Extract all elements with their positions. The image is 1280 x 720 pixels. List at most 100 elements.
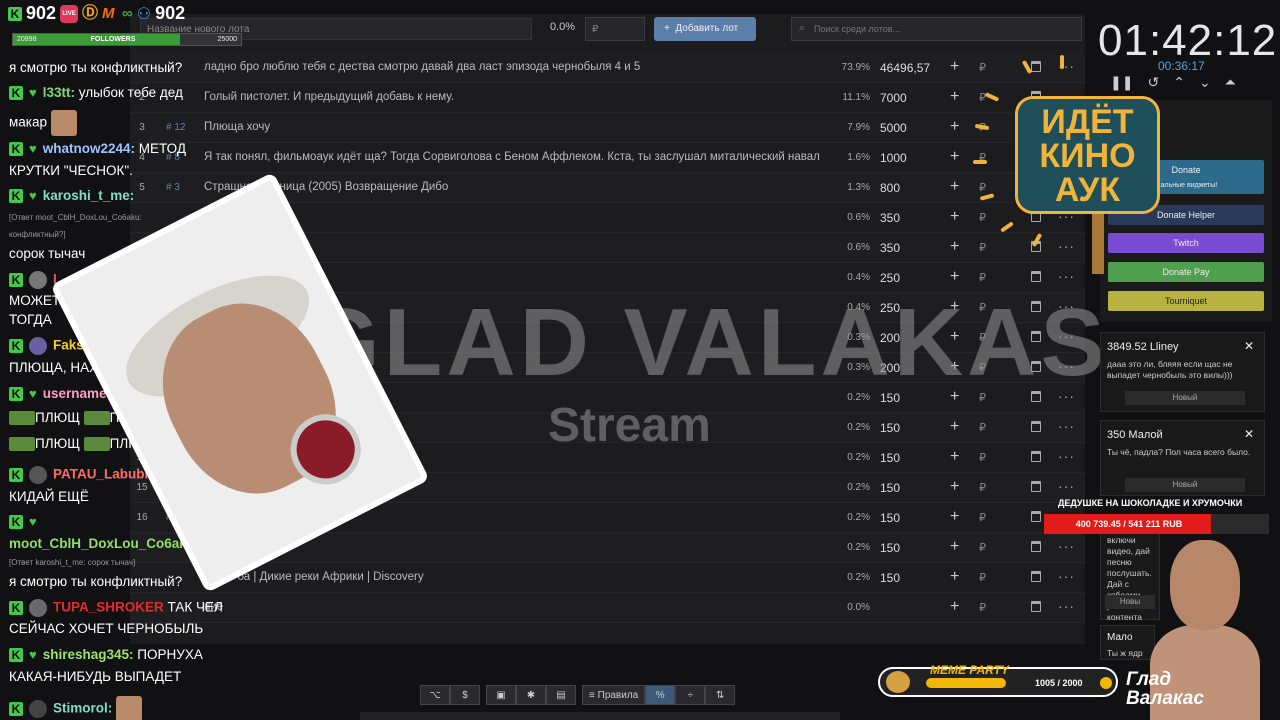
more-icon[interactable]: ··· [1058, 538, 1075, 554]
lot-amount[interactable]: 1000 [880, 151, 940, 165]
lot-name[interactable]: ладно бро люблю тебя с дества смотрю дав… [204, 61, 824, 73]
lot-amount[interactable]: 250 [880, 271, 940, 285]
donation-status[interactable]: Новый [1125, 391, 1245, 405]
rules-button[interactable]: ≡ Правила [582, 685, 646, 705]
chat-nick[interactable]: Stimorol: [53, 701, 112, 716]
add-amount-icon[interactable]: + [950, 238, 959, 256]
lot-row[interactable]: 2 Голый пистолет. И предыдущий добавь к н… [130, 83, 1085, 113]
lot-row[interactable]: ладно бро люблю тебя с дества смотрю дав… [130, 53, 1085, 83]
lot-percent: 0.2% [847, 542, 870, 553]
github-icon[interactable]: ⌥ [420, 685, 450, 705]
lot-row[interactable]: ние 0.0% + ₽ ··· [130, 593, 1085, 623]
twitch-button[interactable]: Twitch [1108, 233, 1264, 253]
add-amount-icon[interactable]: + [950, 208, 959, 226]
lot-amount[interactable]: 150 [880, 421, 940, 435]
save-icon[interactable]: ▣ [486, 685, 516, 705]
lot-amount[interactable]: 150 [880, 541, 940, 555]
add-amount-icon[interactable]: + [950, 478, 959, 496]
lot-amount[interactable]: 800 [880, 181, 940, 195]
percent-toggle[interactable]: % [645, 685, 676, 705]
more-icon[interactable]: ··· [1058, 568, 1075, 584]
close-icon[interactable]: ✕ [1244, 339, 1254, 353]
collapse-icon[interactable]: ⏶ [1225, 74, 1236, 91]
add-amount-icon[interactable]: + [950, 58, 959, 76]
chat-nick[interactable]: shireshag345: [43, 647, 134, 662]
donation-status[interactable]: Новый [1125, 478, 1245, 492]
lot-name[interactable]: Голый пистолет. И предыдущий добавь к не… [204, 91, 824, 103]
donation-status[interactable]: Новы [1105, 595, 1155, 609]
lot-amount[interactable]: 5000 [880, 121, 940, 135]
lot-amount[interactable]: 150 [880, 571, 940, 585]
more-icon[interactable]: ··· [1058, 478, 1075, 494]
pause-icon[interactable]: ❚❚ [1110, 74, 1133, 91]
chat-nick[interactable]: username [43, 386, 107, 401]
lot-row[interactable]: 4 # 8Я так понял, фильмоаук идёт ща? Тогд… [130, 143, 1085, 173]
add-lot-button[interactable]: + Добавить лот [654, 17, 756, 41]
lot-name[interactable]: Я так понял, фильмоаук идёт ща? Тогда Со… [204, 151, 824, 163]
trash-icon[interactable] [1031, 61, 1041, 72]
add-amount-icon[interactable]: + [950, 598, 959, 616]
lot-row[interactable]: Луанг ба | Дикие реки Африки | Discovery… [130, 563, 1085, 593]
tourniquet-button[interactable]: Tourniquet [1108, 291, 1264, 311]
add-amount-icon[interactable]: + [950, 148, 959, 166]
chat-nick[interactable]: moot_CblH_DoxLou_Co6aku: [9, 536, 200, 551]
chat-nick[interactable]: TUPA_SHROKER [53, 600, 164, 615]
add-amount-icon[interactable]: + [950, 568, 959, 586]
kick-badge-icon: K [9, 600, 23, 615]
dollar-icon[interactable]: $ [450, 685, 480, 705]
add-amount-icon[interactable]: + [950, 448, 959, 466]
delete-all-icon[interactable]: ▤ [546, 685, 576, 705]
lot-amount[interactable]: 150 [880, 481, 940, 495]
trash-icon[interactable] [1031, 271, 1041, 282]
chat-nick[interactable]: whatnow2244: [43, 141, 135, 156]
lot-row[interactable]: 3# 12Плюща хочу7.9%5000+₽··· [130, 113, 1085, 143]
lot-amount-input[interactable]: ₽ [585, 17, 645, 41]
add-amount-icon[interactable]: + [950, 178, 959, 196]
bug-icon[interactable]: ✱ [516, 685, 546, 705]
lot-name[interactable]: ние [204, 601, 824, 613]
lot-name[interactable]: Луанг ба | Дикие реки Африки | Discovery [204, 571, 824, 583]
more-icon[interactable]: ··· [1058, 268, 1075, 284]
donate-pay-button[interactable]: Donate Pay [1108, 262, 1264, 282]
coin-icon [1100, 677, 1112, 689]
lot-amount[interactable]: 46496,57 [880, 61, 940, 75]
chat-nick[interactable]: karoshi_t_me: [43, 188, 135, 203]
chat-nick[interactable]: PATAU_Labubi: [53, 467, 153, 482]
chevron-down-icon[interactable]: ⌄ [1199, 74, 1211, 91]
trash-icon[interactable] [1031, 601, 1041, 612]
add-amount-icon[interactable]: + [950, 268, 959, 286]
close-icon[interactable]: ✕ [1244, 427, 1254, 441]
trash-icon[interactable] [1031, 451, 1041, 462]
chevron-up-icon[interactable]: ⌃ [1173, 74, 1185, 91]
trash-icon[interactable] [1031, 421, 1041, 432]
chat-nick[interactable]: l33tt: [43, 85, 75, 100]
more-icon[interactable]: ··· [1058, 448, 1075, 464]
lot-amount[interactable]: 150 [880, 511, 940, 525]
add-amount-icon[interactable]: + [950, 538, 959, 556]
add-amount-icon[interactable]: + [950, 118, 959, 136]
more-icon[interactable]: ··· [1058, 598, 1075, 614]
message-text: ПЛЮЩ [35, 410, 80, 425]
more-icon[interactable]: ··· [1058, 418, 1075, 434]
add-amount-icon[interactable]: + [950, 508, 959, 526]
infinity-icon: ∞ [122, 5, 133, 22]
reset-icon[interactable]: ↺ [1147, 74, 1159, 91]
trash-icon[interactable] [1031, 571, 1041, 582]
divide-icon[interactable]: ÷ [675, 685, 706, 705]
sort-icon[interactable]: ⇅ [705, 685, 736, 705]
trash-icon[interactable] [1031, 541, 1041, 552]
more-icon[interactable]: ··· [1058, 238, 1075, 254]
list-icon: ≡ [589, 689, 598, 701]
add-amount-icon[interactable]: + [950, 418, 959, 436]
lot-name[interactable]: Плюща хочу [204, 121, 824, 133]
lot-name[interactable]: Страшная пятница (2005) Возвращение Дибо [204, 181, 824, 193]
trash-icon[interactable] [1031, 481, 1041, 492]
add-amount-icon[interactable]: + [950, 88, 959, 106]
lot-amount[interactable]: 350 [880, 211, 940, 225]
trash-icon[interactable] [1031, 511, 1041, 522]
lot-amount[interactable]: 350 [880, 241, 940, 255]
meme-party-bar: MEME PARTY 1005 / 2000 [878, 663, 1118, 697]
lot-amount[interactable]: 150 [880, 451, 940, 465]
lot-amount[interactable]: 7000 [880, 91, 940, 105]
lot-search-input[interactable]: ⌕ Поиск среди лотов... [791, 17, 1082, 41]
